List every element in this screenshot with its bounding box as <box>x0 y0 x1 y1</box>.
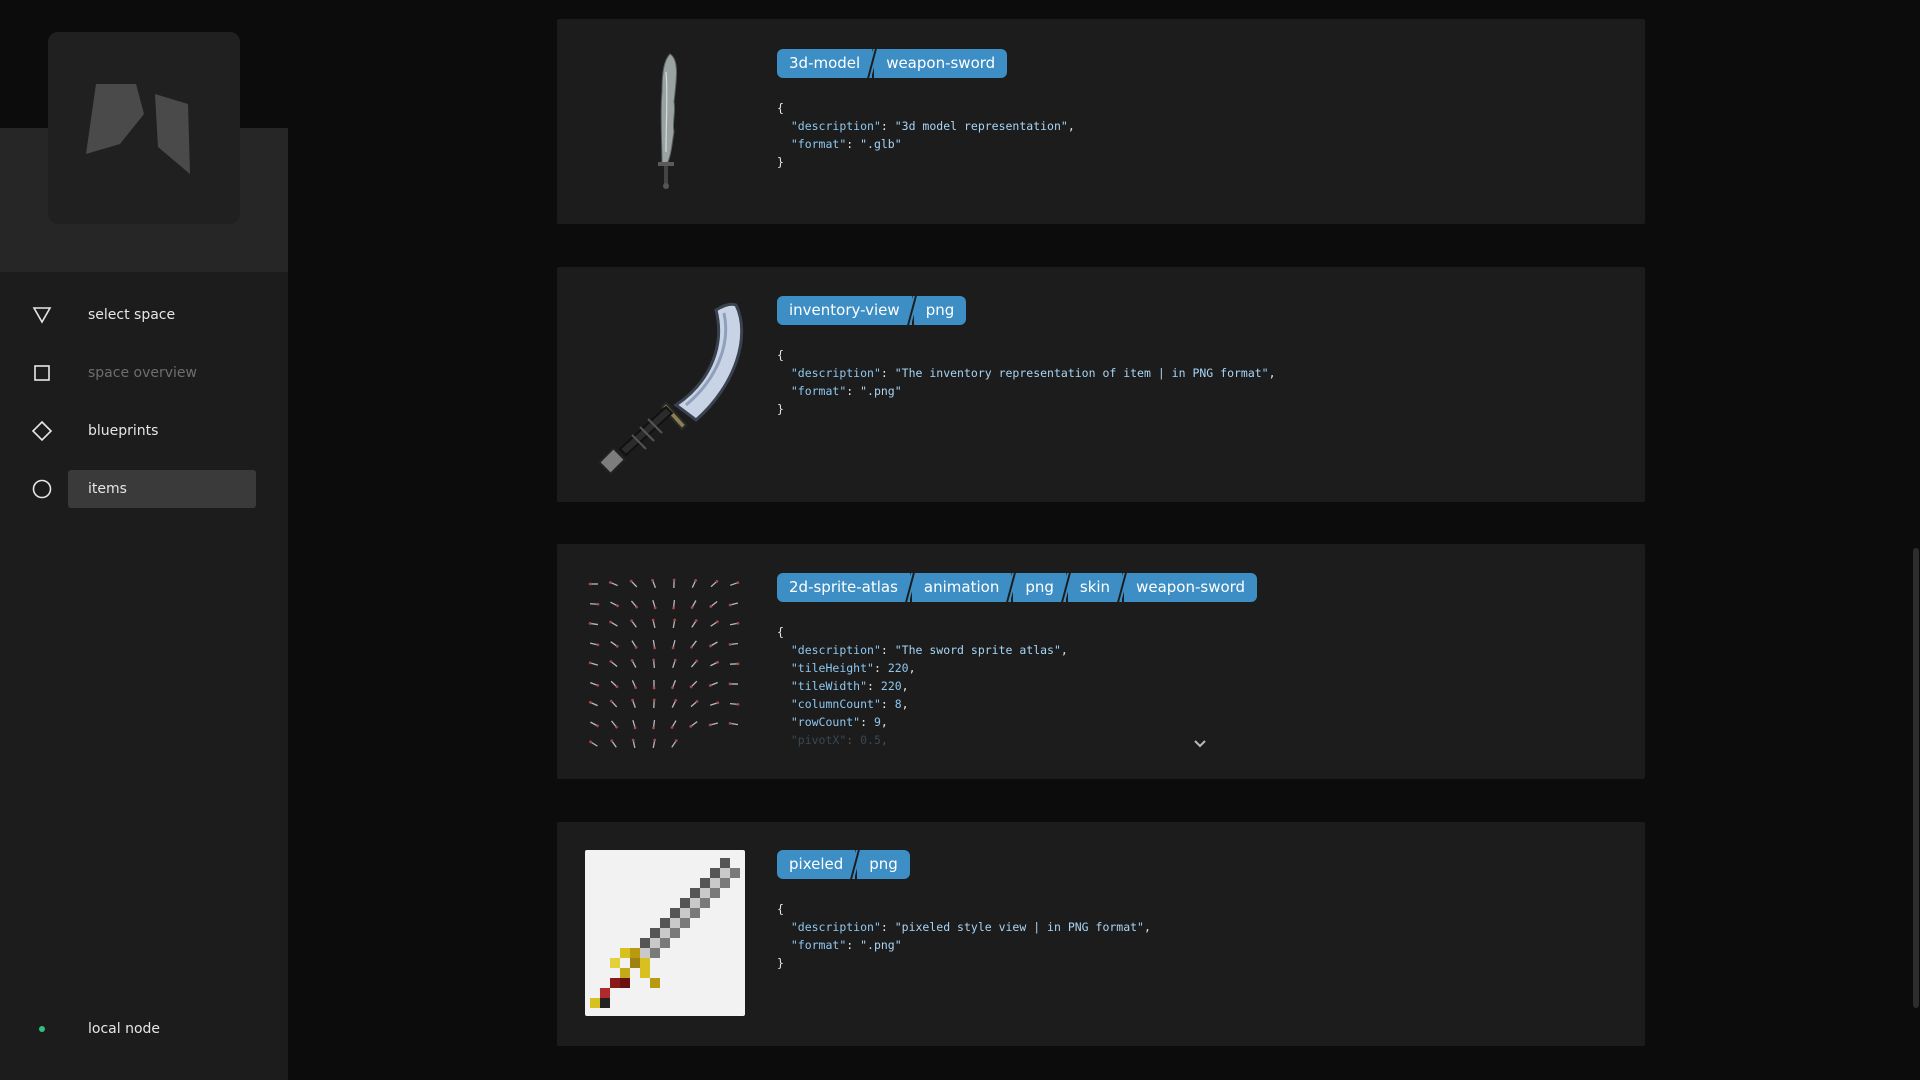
sprite-atlas-icon <box>585 574 747 754</box>
json-key: "description" <box>790 920 881 934</box>
diamond-icon <box>30 419 54 443</box>
json-key: "rowCount" <box>790 715 861 729</box>
json-value: 220 <box>880 679 902 693</box>
json-key: "description" <box>790 643 881 657</box>
json-key: "description" <box>790 119 881 133</box>
sidebar-item-label: select space <box>88 307 176 323</box>
tag[interactable]: 2d-sprite-atlas <box>777 573 910 602</box>
json-brace: { <box>777 101 784 115</box>
sidebar-item-select-space[interactable]: select space <box>0 296 288 334</box>
json-metadata: { "description": "The sword sprite atlas… <box>777 625 1068 747</box>
item-card[interactable]: inventory-view png { "description": "The… <box>557 267 1645 502</box>
json-value: "3d model representation" <box>894 119 1068 133</box>
pixel-sword-icon <box>585 850 745 1016</box>
tag-list: inventory-view png <box>777 296 967 325</box>
sidebar-item-space-overview[interactable]: space overview <box>0 354 288 392</box>
json-metadata: { "description": "3d model representatio… <box>777 101 1075 169</box>
json-key: "format" <box>790 384 847 398</box>
json-brace: { <box>777 902 784 916</box>
json-key: "description" <box>790 366 881 380</box>
json-key: "tileHeight" <box>790 661 874 675</box>
json-key: "tileWidth" <box>790 679 868 693</box>
tag[interactable]: skin <box>1067 573 1123 602</box>
circle-icon <box>30 477 54 501</box>
scrollbar-thumb[interactable] <box>1913 548 1919 1008</box>
json-brace: } <box>777 402 784 416</box>
item-card[interactable]: 2d-sprite-atlas animation png skin weapo… <box>557 544 1645 779</box>
json-value: "The sword sprite atlas" <box>894 643 1061 657</box>
json-punct: , <box>1268 366 1276 380</box>
tag[interactable]: png <box>857 850 910 879</box>
json-punct: , <box>1143 920 1151 934</box>
square-icon <box>30 361 54 385</box>
json-brace: { <box>777 625 784 639</box>
status-dot <box>39 1026 45 1032</box>
json-brace: { <box>777 348 784 362</box>
triangle-down-icon <box>30 303 54 327</box>
curved-sword-icon <box>585 292 747 477</box>
tag[interactable]: png <box>1013 573 1066 602</box>
tag[interactable]: png <box>913 296 967 325</box>
sidebar-item-label: space overview <box>88 365 197 381</box>
json-punct: , <box>1060 643 1068 657</box>
json-key: "pivotX" <box>790 733 847 747</box>
sidebar-item-label: items <box>68 470 256 508</box>
json-value: ".png" <box>860 938 902 952</box>
json-key: "format" <box>790 938 847 952</box>
sidebar-item-label: blueprints <box>88 423 159 439</box>
json-value: "pixeled style view | in PNG format" <box>894 920 1144 934</box>
main-content: 3d-model weapon-sword { "description": "… <box>288 0 1920 1080</box>
node-status-label: local node <box>88 1021 161 1037</box>
sidebar-item-items[interactable]: items <box>0 470 288 508</box>
scrollbar[interactable] <box>1912 0 1920 1080</box>
json-value: 0.5 <box>860 733 881 747</box>
sidebar-item-blueprints[interactable]: blueprints <box>0 412 288 450</box>
json-metadata: { "description": "pixeled style view | i… <box>777 902 1151 970</box>
json-punct: , <box>1067 119 1075 133</box>
tag[interactable]: weapon-sword <box>874 49 1008 78</box>
json-key: "format" <box>790 137 847 151</box>
tag-list: 2d-sprite-atlas animation png skin weapo… <box>777 573 1258 602</box>
tag[interactable]: inventory-view <box>777 296 912 325</box>
tag[interactable]: weapon-sword <box>1124 573 1258 602</box>
json-punct: , <box>880 715 888 729</box>
json-brace: } <box>777 155 784 169</box>
sidebar: select space space overview blueprints i… <box>0 0 288 1080</box>
json-punct: , <box>901 679 909 693</box>
json-metadata: { "description": "The inventory represen… <box>777 348 1276 416</box>
3d-sword-icon <box>585 39 747 204</box>
json-value: ".png" <box>860 384 902 398</box>
json-value: ".glb" <box>860 137 902 151</box>
json-key: "columnCount" <box>790 697 881 711</box>
json-value: 9 <box>873 715 881 729</box>
item-card[interactable]: pixeled png { "description": "pixeled st… <box>557 822 1645 1046</box>
json-punct: , <box>880 733 888 747</box>
json-brace: } <box>777 956 784 970</box>
app-logo[interactable] <box>48 32 240 224</box>
tag[interactable]: animation <box>911 573 1012 602</box>
json-value: "The inventory representation of item | … <box>894 366 1269 380</box>
chevron-down-icon[interactable] <box>1192 736 1208 752</box>
logo-mark-icon <box>86 84 190 174</box>
tag-list: 3d-model weapon-sword <box>777 49 1008 78</box>
json-value: 8 <box>894 697 902 711</box>
tag[interactable]: 3d-model <box>777 49 873 78</box>
json-value: 220 <box>887 661 909 675</box>
item-card[interactable]: 3d-model weapon-sword { "description": "… <box>557 19 1645 224</box>
node-status[interactable]: local node <box>0 1010 288 1048</box>
json-punct: , <box>908 661 916 675</box>
tag[interactable]: pixeled <box>777 850 856 879</box>
json-punct: , <box>901 697 909 711</box>
tag-list: pixeled png <box>777 850 910 879</box>
